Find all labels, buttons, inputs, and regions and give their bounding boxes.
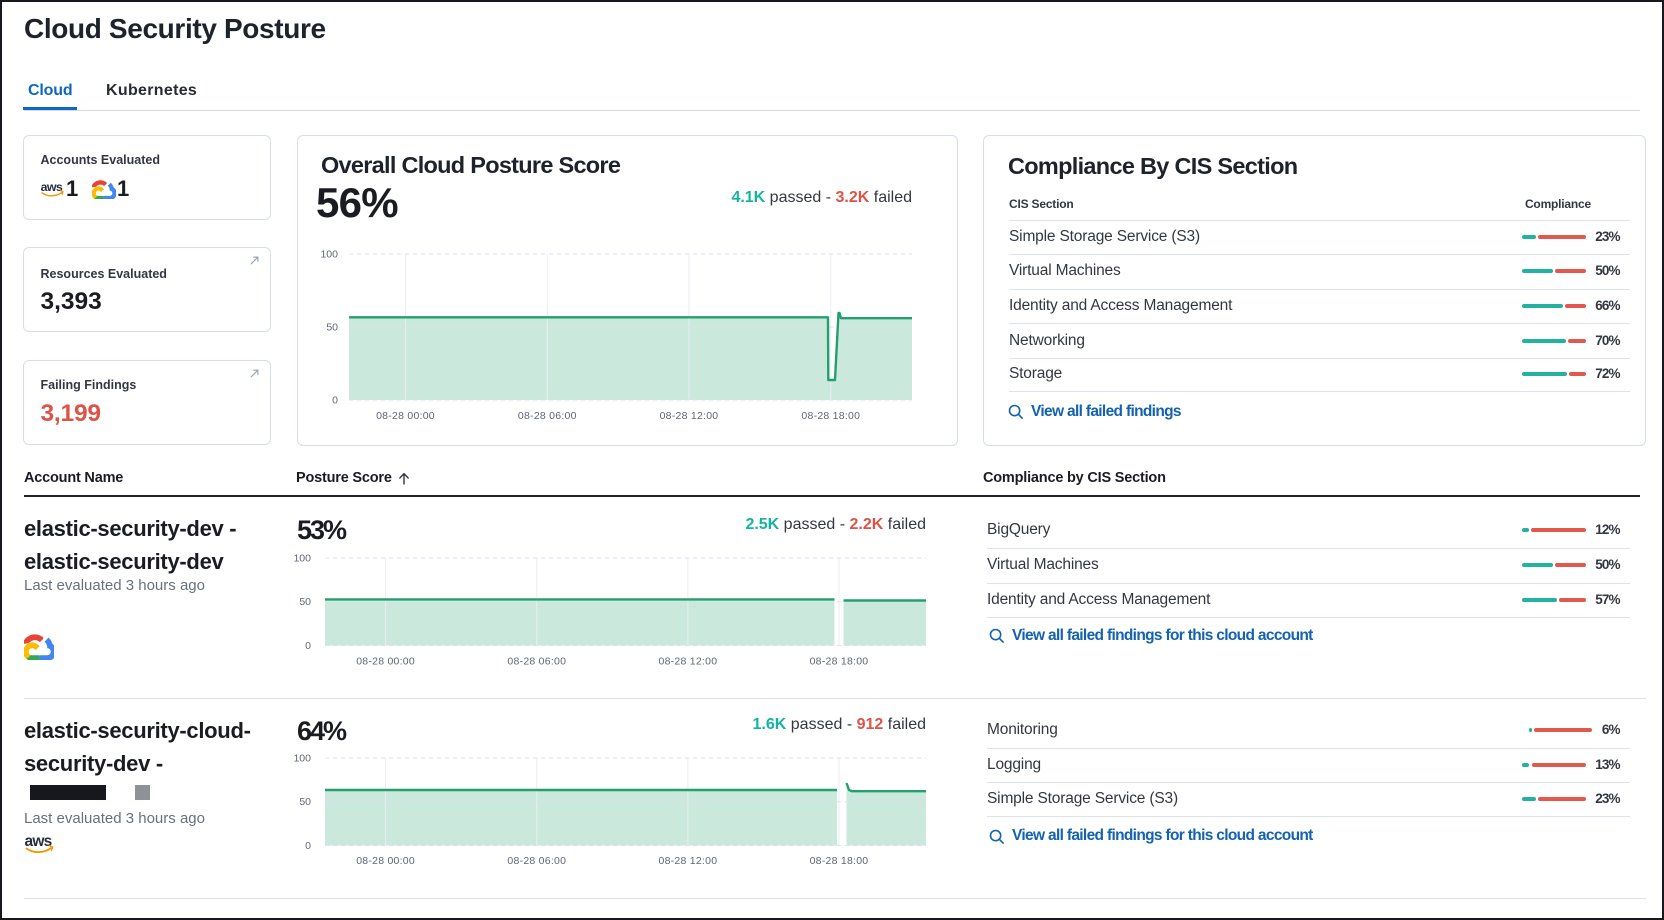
svg-text:08-28 18:00: 08-28 18:00	[810, 656, 869, 668]
svg-text:08-28 06:00: 08-28 06:00	[507, 855, 566, 867]
svg-text:50: 50	[326, 322, 338, 334]
svg-text:08-28 00:00: 08-28 00:00	[356, 855, 415, 867]
svg-text:08-28 06:00: 08-28 06:00	[507, 656, 566, 668]
svg-text:50: 50	[299, 596, 311, 608]
svg-text:0: 0	[305, 840, 311, 852]
svg-text:08-28 12:00: 08-28 12:00	[658, 855, 717, 867]
svg-text:100: 100	[293, 753, 311, 765]
svg-text:0: 0	[305, 640, 311, 652]
svg-text:08-28 18:00: 08-28 18:00	[801, 410, 860, 422]
svg-text:100: 100	[293, 553, 311, 565]
svg-text:08-28 12:00: 08-28 12:00	[658, 656, 717, 668]
svg-text:aws: aws	[25, 833, 52, 850]
svg-text:08-28 00:00: 08-28 00:00	[376, 410, 435, 422]
svg-text:0: 0	[332, 395, 338, 407]
svg-text:08-28 00:00: 08-28 00:00	[356, 656, 415, 668]
svg-text:50: 50	[299, 796, 311, 808]
svg-text:08-28 06:00: 08-28 06:00	[518, 410, 577, 422]
svg-text:aws: aws	[41, 180, 63, 194]
svg-text:08-28 12:00: 08-28 12:00	[660, 410, 719, 422]
svg-text:08-28 18:00: 08-28 18:00	[810, 855, 869, 867]
svg-text:100: 100	[320, 249, 338, 261]
